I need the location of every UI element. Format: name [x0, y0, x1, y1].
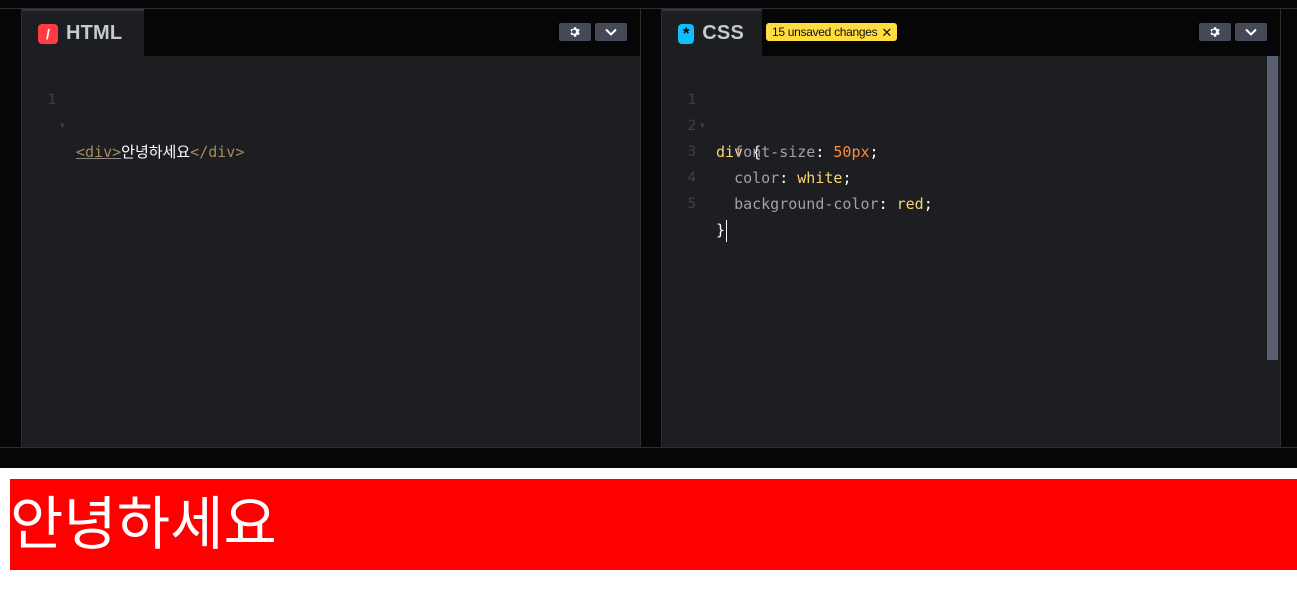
codepen-app: / HTML 1 ▼ <div>안녕하세요</div> * CSS 15 uns…: [0, 0, 1297, 590]
code-line: 3 color: white;: [662, 113, 852, 187]
css-editor-scrollbar[interactable]: [1267, 56, 1278, 360]
editor-area: / HTML 1 ▼ <div>안녕하세요</div> * CSS 15 uns…: [0, 0, 1297, 468]
unsaved-changes-badge[interactable]: 15 unsaved changes ✕: [766, 23, 897, 41]
code-line: 1 ▼ <div>안녕하세요</div>: [22, 61, 245, 161]
close-icon[interactable]: ✕: [881, 26, 892, 39]
code-line: 2 font-size: 50px;: [662, 87, 879, 161]
css-collapse-button[interactable]: [1235, 23, 1267, 41]
chevron-down-icon: [1245, 28, 1257, 36]
css-editor-pane: * CSS 15 unsaved changes ✕ 1 ▼ div {2 f…: [661, 9, 1281, 447]
html-collapse-button[interactable]: [595, 23, 627, 41]
html-editor-controls: [559, 23, 627, 41]
css-asterisk-icon: *: [678, 23, 695, 44]
result-div: 안녕하세요: [10, 479, 1297, 570]
css-close-brace: }: [716, 221, 726, 239]
css-value: red: [896, 195, 924, 213]
css-settings-button[interactable]: [1199, 23, 1231, 41]
html-code-editor[interactable]: 1 ▼ <div>안녕하세요</div>: [22, 56, 640, 447]
html-editor-header: / HTML: [22, 9, 640, 56]
result-preview: 안녕하세요: [0, 468, 1297, 590]
html-text-content: 안녕하세요: [121, 143, 191, 161]
css-value: 50px: [833, 143, 870, 161]
css-editor-controls: [1199, 23, 1267, 41]
css-editor-header: * CSS 15 unsaved changes ✕: [662, 9, 1280, 56]
html-settings-button[interactable]: [559, 23, 591, 41]
gear-icon: [570, 27, 580, 37]
chevron-down-icon: [605, 28, 617, 36]
code-line: 4 background-color: red;: [662, 139, 933, 213]
html-editor-pane: / HTML 1 ▼ <div>안녕하세요</div>: [21, 9, 641, 447]
line-number: 1: [47, 92, 56, 108]
css-editor-tab[interactable]: * CSS: [662, 9, 762, 56]
text-cursor: [726, 219, 728, 242]
html-slash-icon: /: [38, 23, 58, 44]
css-value: white: [797, 169, 843, 187]
html-close-tag: </div>: [190, 143, 245, 161]
unsaved-changes-label: 15 unsaved changes: [772, 25, 878, 39]
code-line: 1 ▼ div {: [662, 61, 762, 161]
fold-arrow-icon[interactable]: ▼: [60, 113, 65, 139]
resize-bar[interactable]: [0, 447, 1297, 468]
html-editor-tab[interactable]: / HTML: [22, 9, 144, 56]
html-open-tag: <div>: [76, 143, 122, 161]
code-text: <div>안녕하세요</div>: [76, 139, 244, 165]
gear-icon: [1210, 27, 1220, 37]
css-code-editor[interactable]: 1 ▼ div { 2 font-size: 50px; 3 color: wh…: [662, 56, 1280, 447]
css-editor-title: CSS: [702, 22, 744, 44]
css-property: background-color: [734, 195, 879, 213]
code-text: }: [716, 217, 728, 243]
code-line: 5 }: [662, 165, 752, 242]
html-editor-title: HTML: [66, 22, 123, 44]
line-number: 5: [687, 196, 696, 212]
